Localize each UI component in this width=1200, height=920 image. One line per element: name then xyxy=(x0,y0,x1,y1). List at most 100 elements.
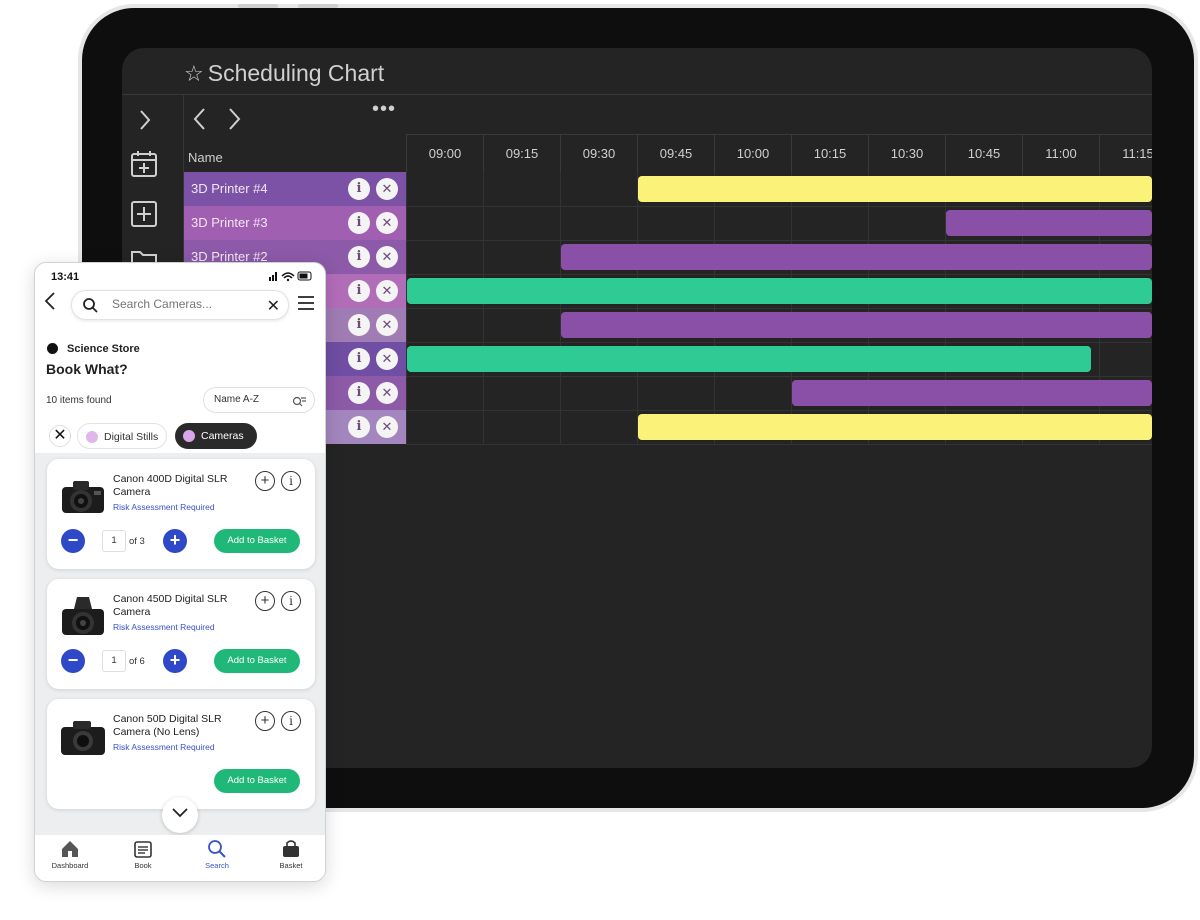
time-slot-header: 10:15 xyxy=(791,135,868,173)
info-icon[interactable]: i xyxy=(348,212,370,234)
tab-book[interactable]: Book xyxy=(113,839,173,870)
info-icon[interactable]: i xyxy=(281,591,301,611)
search-icon xyxy=(83,298,98,313)
store-dot-icon xyxy=(47,343,58,354)
time-header: 09:00 09:15 09:30 09:45 10:00 10:15 10:30 10:45… xyxy=(406,134,1152,173)
clear-search-icon[interactable]: ✕ xyxy=(267,296,280,316)
search-input[interactable] xyxy=(112,297,262,311)
booking-bar[interactable] xyxy=(561,244,1152,270)
home-icon xyxy=(62,841,78,857)
add-to-basket-button[interactable]: Add to Basket xyxy=(214,769,300,793)
quantity-value[interactable]: 1 xyxy=(102,530,126,552)
tab-search[interactable]: Search xyxy=(187,839,247,870)
chip-dot xyxy=(86,431,98,443)
back-arrow-icon[interactable] xyxy=(43,291,57,317)
grid-line xyxy=(406,444,1152,445)
page-heading: Book What? xyxy=(46,361,128,377)
tab-basket[interactable]: Basket xyxy=(261,839,321,870)
tab-dashboard[interactable]: Dashboard xyxy=(40,839,100,870)
divider xyxy=(122,94,1152,95)
add-to-basket-button[interactable]: Add to Basket xyxy=(214,529,300,553)
booking-bar[interactable] xyxy=(638,176,1152,202)
info-icon[interactable]: i xyxy=(348,416,370,438)
booking-bar[interactable] xyxy=(407,346,1091,372)
info-icon[interactable]: i xyxy=(348,246,370,268)
close-icon[interactable]: ✕ xyxy=(376,382,398,404)
info-icon[interactable]: i xyxy=(348,280,370,302)
product-card: Canon 50D Digital SLR Camera (No Lens) R… xyxy=(47,699,315,809)
resource-row-label[interactable]: 3D Printer #4 i ✕ xyxy=(184,172,406,206)
quantity-max: of 3 xyxy=(129,536,145,547)
add-to-basket-button[interactable]: Add to Basket xyxy=(214,649,300,673)
basket-icon xyxy=(283,840,299,857)
time-slot-header: 10:00 xyxy=(714,135,791,173)
sort-filter-icon xyxy=(292,393,306,417)
product-title: Canon 400D Digital SLR Camera xyxy=(113,473,228,498)
booking-bar[interactable] xyxy=(946,210,1152,236)
page-title: ☆ Scheduling Chart xyxy=(184,60,385,86)
resource-row-label[interactable]: 3D Printer #3 i ✕ xyxy=(184,206,406,240)
increase-qty-button[interactable]: + xyxy=(163,649,187,673)
add-circle-icon[interactable]: + xyxy=(255,591,275,611)
schedule-grid xyxy=(406,172,1152,445)
booking-bar[interactable] xyxy=(407,278,1152,304)
product-title: Canon 450D Digital SLR Camera xyxy=(113,593,228,618)
info-icon[interactable]: i xyxy=(281,711,301,731)
product-title: Canon 50D Digital SLR Camera (No Lens) xyxy=(113,713,222,738)
close-icon[interactable]: ✕ xyxy=(376,246,398,268)
add-circle-icon[interactable]: + xyxy=(255,471,275,491)
chip-label: Digital Stills xyxy=(104,431,159,443)
chip-cameras[interactable]: Cameras xyxy=(175,423,257,449)
increase-qty-button[interactable]: + xyxy=(163,529,187,553)
book-icon xyxy=(134,841,152,858)
close-icon[interactable]: ✕ xyxy=(376,212,398,234)
time-slot-header: 10:30 xyxy=(868,135,945,173)
star-icon[interactable]: ☆ xyxy=(184,61,204,86)
search-bar: ✕ xyxy=(71,290,289,320)
info-icon[interactable]: i xyxy=(281,471,301,491)
grid-line xyxy=(406,308,1152,309)
close-icon[interactable]: ✕ xyxy=(376,178,398,200)
sort-dropdown[interactable]: Name A-Z xyxy=(203,387,315,413)
close-icon[interactable]: ✕ xyxy=(376,348,398,370)
hamburger-menu-icon[interactable] xyxy=(297,294,315,312)
time-slot-header: 10:45 xyxy=(945,135,1022,173)
close-icon[interactable]: ✕ xyxy=(376,314,398,336)
name-column-header: Name xyxy=(188,150,223,165)
search-icon xyxy=(208,840,226,858)
info-icon[interactable]: i xyxy=(348,382,370,404)
chevron-right-icon[interactable] xyxy=(130,106,158,134)
timeline-nav xyxy=(190,106,258,139)
close-icon[interactable]: ✕ xyxy=(376,416,398,438)
close-icon[interactable]: ✕ xyxy=(376,280,398,302)
phone-device: 13:41 ✕ Science Store Book What? 10 item… xyxy=(34,262,326,882)
prev-arrow-icon[interactable] xyxy=(190,106,224,139)
status-icons xyxy=(269,270,313,285)
more-options-icon[interactable]: ••• xyxy=(372,98,396,121)
time-slot-header: 11:00 xyxy=(1022,135,1099,173)
time-slot-header: 09:45 xyxy=(637,135,714,173)
items-found-count: 10 items found xyxy=(46,395,112,406)
next-arrow-icon[interactable] xyxy=(224,106,258,139)
booking-bar[interactable] xyxy=(792,380,1152,406)
decrease-qty-button[interactable]: − xyxy=(61,529,85,553)
calendar-add-icon[interactable] xyxy=(130,150,158,178)
booking-bar[interactable] xyxy=(638,414,1152,440)
info-icon[interactable]: i xyxy=(348,348,370,370)
chip-digital-stills[interactable]: Digital Stills xyxy=(77,423,167,449)
resource-name: 3D Printer #4 xyxy=(191,181,268,196)
info-icon[interactable]: i xyxy=(348,314,370,336)
scroll-down-button[interactable] xyxy=(162,797,198,833)
bottom-tab-bar: Dashboard Book Search Basket xyxy=(35,835,325,881)
grid-line xyxy=(406,240,1152,241)
clear-filters-icon[interactable]: ✕ xyxy=(49,425,71,447)
tab-label: Dashboard xyxy=(51,861,89,870)
add-square-icon[interactable] xyxy=(130,200,158,228)
booking-bar[interactable] xyxy=(561,312,1152,338)
signal-wifi-battery-icon xyxy=(269,271,312,282)
decrease-qty-button[interactable]: − xyxy=(61,649,85,673)
info-icon[interactable]: i xyxy=(348,178,370,200)
quantity-value[interactable]: 1 xyxy=(102,650,126,672)
sort-label: Name A-Z xyxy=(214,394,260,405)
add-circle-icon[interactable]: + xyxy=(255,711,275,731)
